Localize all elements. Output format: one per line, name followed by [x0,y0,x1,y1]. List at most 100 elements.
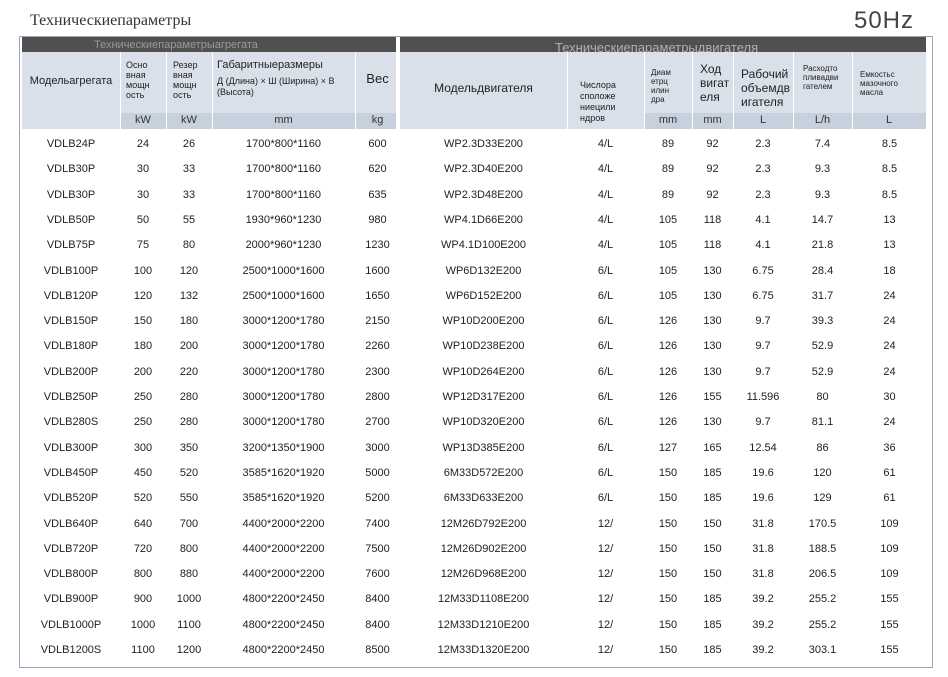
cell-model: VDLB800P [43,568,99,581]
cell-weight: 8400 [365,593,390,606]
cell-displacement: 4.1 [755,239,771,252]
cell-reserve-power: 132 [179,289,199,302]
cell-main-power: 100 [133,264,153,277]
cell-fuel-consumption: 86 [816,441,829,454]
cell-engine-model: 12M26D792E200 [440,517,527,530]
cell-engine-model: WP2.3D48E200 [444,188,523,201]
header-model: Модельагрегата [29,75,113,87]
cell-main-power: 300 [133,441,153,454]
cell-dimensions: 3585*1620*1920 [242,466,325,479]
cell-reserve-power: 280 [179,416,199,429]
cell-engine-model: 6M33D572E200 [443,466,524,479]
cell-bore: 150 [658,593,678,606]
cell-engine-model: 12M26D902E200 [440,542,527,555]
cell-weight: 2260 [365,340,390,353]
cell-model: VDLB300P [43,441,99,454]
cell-cylinders: 4/L [597,163,614,176]
table-row: VDLB450P 450 520 3585*1620*1920 5000 6M33D572… [22,461,927,486]
cell-oil-capacity: 36 [883,441,896,454]
cell-fuel-consumption: 9.3 [814,188,831,201]
cell-cylinders: 6/L [597,441,614,454]
cell-reserve-power: 880 [179,568,199,581]
cell-oil-capacity: 30 [883,391,896,403]
cell-fuel-consumption: 31.7 [811,289,834,302]
table-row: VDLB30P 30 33 1700*800*1160 620 WP2.3D40E200 4… [22,157,927,182]
cell-engine-model: WP4.1D66E200 [444,213,523,226]
cell-model: VDLB50P [46,213,96,226]
table-row: VDLB180P 180 200 3000*1200*1780 2260 WP10D238… [22,334,927,359]
frequency-label: 50Hz [853,7,914,34]
cell-engine-model: WP10D320E200 [442,416,525,429]
cell-dimensions: 3000*1200*1780 [242,391,325,403]
cell-bore: 150 [658,466,678,479]
cell-oil-capacity: 24 [883,340,896,353]
cell-weight: 2300 [365,365,390,378]
cell-stroke: 185 [703,492,722,505]
cell-bore: 105 [658,239,678,252]
table-row: VDLB200P 200 220 3000*1200*1780 2300 WP10D264… [22,360,927,385]
cell-model: VDLB1000P [40,618,102,631]
cell-stroke: 92 [706,188,719,201]
cell-engine-model: 6M33D633E200 [443,492,524,505]
cell-cylinders: 4/L [597,188,614,201]
cell-bore: 150 [658,644,678,656]
cell-cylinders: 12/ [597,568,614,581]
header-dimensions-sub: Д (Длина) × Ш (Ширина) × В (Высота) [217,76,335,97]
cell-oil-capacity: 61 [883,466,896,479]
cell-engine-model: 12M26D968E200 [440,568,527,581]
cell-engine-model: WP10D264E200 [442,365,525,378]
cell-model: VDLB520P [43,492,99,505]
cell-reserve-power: 350 [179,441,199,454]
cell-reserve-power: 26 [182,138,196,150]
cell-model: VDLB640P [43,517,99,530]
cell-bore: 126 [658,315,678,328]
cell-weight: 3000 [365,441,390,454]
cell-cylinders: 6/L [597,315,614,328]
cell-reserve-power: 220 [179,365,199,378]
unit-main-power: kW [135,114,151,126]
cell-stroke: 130 [703,416,722,429]
cell-fuel-consumption: 52.9 [811,340,834,353]
cell-stroke: 92 [706,138,719,150]
cell-model: VDLB280S [43,416,99,429]
cell-model: VDLB150P [43,315,99,328]
header-fuel-consumption: Расходто пливадви гателем [803,64,839,91]
cell-displacement: 9.7 [755,340,771,353]
cell-model: VDLB250P [43,391,99,403]
cell-stroke: 118 [703,239,722,252]
cell-oil-capacity: 8.5 [881,163,898,176]
cell-bore: 126 [658,416,678,429]
table-row: VDLB800P 800 880 4400*2000*2200 7600 12M26D96… [22,562,927,587]
cell-displacement: 9.7 [755,365,771,378]
cell-engine-model: WP6D132E200 [445,264,522,277]
cell-dimensions: 1700*800*1160 [245,188,322,201]
cell-stroke: 185 [703,644,722,656]
cell-stroke: 185 [703,593,722,606]
cell-main-power: 120 [133,289,153,302]
cell-displacement: 2.3 [755,163,771,176]
cell-stroke: 155 [703,391,722,403]
cell-displacement: 9.7 [755,416,771,429]
cell-cylinders: 4/L [597,138,614,150]
cell-model: VDLB30P [46,188,96,201]
cell-weight: 5000 [365,466,390,479]
cell-stroke: 130 [703,365,722,378]
cell-weight: 7600 [365,568,390,581]
cell-oil-capacity: 109 [880,568,899,581]
cell-weight: 2800 [365,391,390,403]
cell-dimensions: 2500*1000*1600 [242,264,325,277]
cell-cylinders: 6/L [597,466,614,479]
cell-stroke: 150 [703,542,722,555]
cell-displacement: 4.1 [755,213,771,226]
table-row: VDLB280S 250 280 3000*1200*1780 2700 WP10D320… [22,410,927,435]
cell-displacement: 31.8 [752,517,774,530]
cell-fuel-consumption: 170.5 [808,517,837,530]
cell-displacement: 12.54 [749,441,777,454]
cell-fuel-consumption: 120 [813,466,832,479]
cell-bore: 89 [661,138,675,150]
unit-displacement: L [759,114,767,126]
cell-main-power: 180 [133,340,153,353]
cell-bore: 105 [658,264,678,277]
table-row: VDLB1200S 1100 1200 4800*2200*2450 8500 12M33… [22,638,927,663]
cell-stroke: 185 [703,466,722,479]
